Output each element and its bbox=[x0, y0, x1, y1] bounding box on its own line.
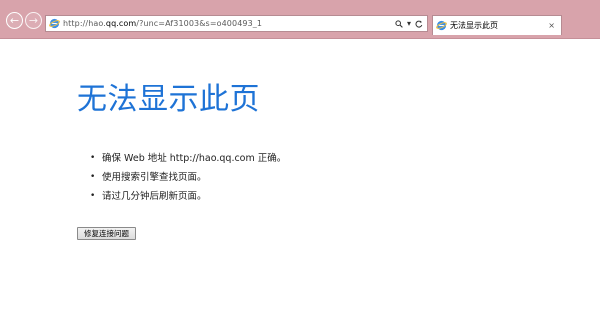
ie-page-icon bbox=[49, 18, 60, 29]
suggestion-list: • 确保 Web 地址 http://hao.qq.com 正确。 • 使用搜索… bbox=[90, 149, 286, 206]
url-domain: qq.com bbox=[105, 19, 137, 28]
page-content: 无法显示此页 • 确保 Web 地址 http://hao.qq.com 正确。… bbox=[0, 39, 600, 311]
back-arrow-icon: ← bbox=[9, 14, 20, 27]
url-suffix: /?unc=Af31003&s=o400493_1 bbox=[136, 19, 263, 28]
url-text[interactable]: http://hao.qq.com/?unc=Af31003&s=o400493… bbox=[63, 19, 395, 28]
browser-window: ← → http://hao.qq.com/?unc=Af31003&s=o40… bbox=[0, 0, 600, 311]
list-item: • 请过几分钟后刷新页面。 bbox=[90, 187, 286, 206]
close-icon[interactable]: × bbox=[548, 21, 555, 30]
tab-label: 无法显示此页 bbox=[450, 21, 498, 30]
chevron-down-icon[interactable]: ▾ bbox=[407, 19, 411, 28]
forward-arrow-icon: → bbox=[28, 14, 39, 27]
page-title: 无法显示此页 bbox=[77, 82, 260, 117]
forward-button[interactable]: → bbox=[25, 12, 42, 29]
suggestion-text: 确保 Web 地址 http://hao.qq.com 正确。 bbox=[102, 153, 287, 164]
search-icon[interactable] bbox=[395, 19, 403, 28]
tab-active[interactable]: 无法显示此页 × bbox=[432, 15, 562, 35]
address-actions: ▾ bbox=[395, 19, 423, 28]
suggestion-text: 使用搜索引擎查找页面。 bbox=[102, 172, 207, 183]
suggestion-text: 请过几分钟后刷新页面。 bbox=[102, 191, 207, 202]
ie-tab-icon bbox=[436, 20, 447, 31]
refresh-icon[interactable] bbox=[415, 20, 423, 28]
bullet-icon: • bbox=[90, 191, 96, 201]
list-item: • 确保 Web 地址 http://hao.qq.com 正确。 bbox=[90, 149, 286, 168]
browser-toolbar: ← → http://hao.qq.com/?unc=Af31003&s=o40… bbox=[0, 0, 600, 39]
bullet-icon: • bbox=[90, 172, 96, 182]
bullet-icon: • bbox=[90, 153, 96, 163]
back-button[interactable]: ← bbox=[6, 12, 23, 29]
address-bar[interactable]: http://hao.qq.com/?unc=Af31003&s=o400493… bbox=[45, 15, 428, 32]
fix-connection-button[interactable]: 修复连接问题 bbox=[77, 227, 136, 240]
url-prefix: http://hao. bbox=[63, 19, 106, 28]
list-item: • 使用搜索引擎查找页面。 bbox=[90, 168, 286, 187]
